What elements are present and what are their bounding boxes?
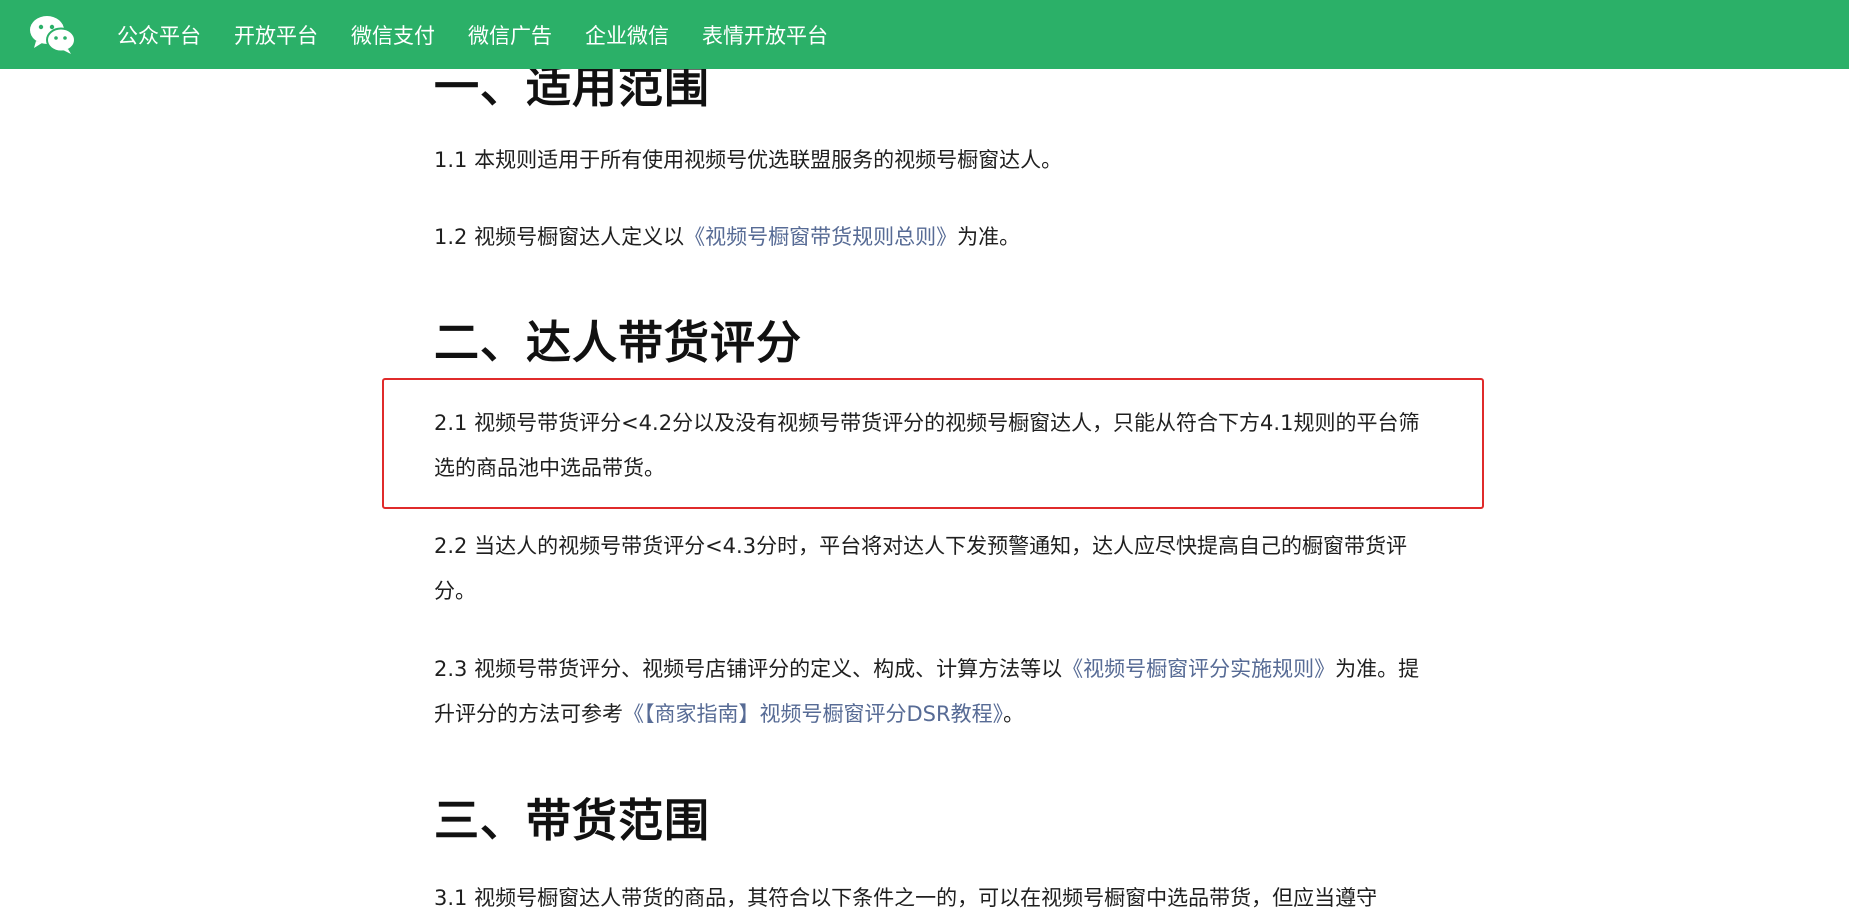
- section-heading-range: 三、带货范围: [434, 794, 711, 847]
- paragraph-3-1: 3.1 视频号橱窗达人带货的商品，其符合以下条件之一的，可以在视频号橱窗中选品带…: [434, 886, 1378, 910]
- link-general-rules[interactable]: 《视频号橱窗带货规则总则》: [684, 225, 957, 249]
- wechat-logo-icon[interactable]: [28, 14, 76, 54]
- paragraph-1-1: 1.1 本规则适用于所有使用视频号优选联盟服务的视频号橱窗达人。: [434, 148, 1063, 172]
- nav-item-wecom[interactable]: 企业微信: [585, 20, 669, 50]
- nav-item-wechat-ads[interactable]: 微信广告: [468, 20, 552, 50]
- paragraph-2-2-line1: 2.2 当达人的视频号带货评分<4.3分时，平台将对达人下发预警通知，达人应尽快…: [434, 534, 1408, 558]
- top-nav: 公众平台 开放平台 微信支付 微信广告 企业微信 表情开放平台: [117, 0, 861, 69]
- paragraph-1-2-suffix: 为准。: [957, 225, 1021, 249]
- paragraph-1-2: 1.2 视频号橱窗达人定义以《视频号橱窗带货规则总则》为准。: [434, 215, 1444, 260]
- paragraph-2-3-suffix: 。: [1003, 702, 1025, 726]
- nav-item-wechat-pay[interactable]: 微信支付: [351, 20, 435, 50]
- paragraph-1-2-text: 1.2 视频号橱窗达人定义以: [434, 225, 685, 249]
- paragraph-2-3: 2.3 视频号带货评分、视频号店铺评分的定义、构成、计算方法等以《视频号橱窗评分…: [434, 647, 1444, 737]
- top-nav-bar: 公众平台 开放平台 微信支付 微信广告 企业微信 表情开放平台: [0, 0, 1849, 69]
- paragraph-2-2: 2.2 当达人的视频号带货评分<4.3分时，平台将对达人下发预警通知，达人应尽快…: [434, 524, 1444, 614]
- nav-item-official-platform[interactable]: 公众平台: [117, 20, 201, 50]
- link-dsr-guide[interactable]: 《【商家指南】视频号橱窗评分DSR教程》: [623, 702, 1003, 726]
- paragraph-2-3-mid: 为准。提: [1335, 657, 1420, 681]
- paragraph-2-2-line2: 分。: [434, 579, 476, 603]
- link-rating-rules[interactable]: 《视频号橱窗评分实施规则》: [1062, 657, 1335, 681]
- nav-item-sticker-platform[interactable]: 表情开放平台: [702, 20, 828, 50]
- section-heading-rating: 二、达人带货评分: [434, 316, 803, 369]
- paragraph-2-3-text: 2.3 视频号带货评分、视频号店铺评分的定义、构成、计算方法等以: [434, 657, 1063, 681]
- nav-item-open-platform[interactable]: 开放平台: [234, 20, 318, 50]
- paragraph-2-3-line2-text: 升评分的方法可参考: [434, 702, 623, 726]
- highlight-box: [382, 378, 1484, 509]
